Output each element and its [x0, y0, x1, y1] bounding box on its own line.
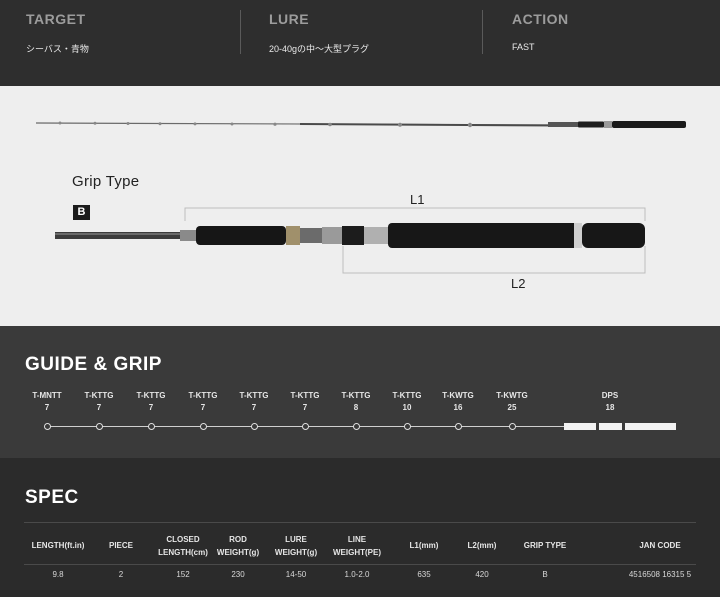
guide-grip-section: GUIDE & GRIP T-MNTT 7 T-KTTG 7 T-KTTG 7 T-KTTG…: [0, 326, 720, 458]
guide-size: 7: [302, 403, 308, 412]
spec-header-cell: GRIP TYPE: [523, 541, 567, 550]
guide-item: T-KTTG 7: [234, 390, 274, 414]
guide-item: T-KTTG 7: [79, 390, 119, 414]
guide-size: 16: [453, 403, 463, 412]
guide-size: 7: [96, 403, 102, 412]
guide-name: T-KTTG: [136, 391, 166, 400]
grip-segment: [599, 423, 622, 430]
guide-item: T-KWTG 25: [492, 390, 532, 414]
guide-name: T-MNTT: [32, 391, 62, 400]
guide-name: T-KTTG: [290, 391, 320, 400]
guide-ring-marker: [302, 423, 309, 430]
guide-item: T-KWTG 16: [438, 390, 478, 414]
guide-size: 25: [507, 403, 517, 412]
divider: [24, 522, 696, 523]
guide-size: 7: [200, 403, 206, 412]
action-label: ACTION: [512, 11, 569, 27]
spec-value-cell: B: [542, 570, 548, 579]
divider: [240, 10, 241, 54]
guide-name: T-KTTG: [188, 391, 218, 400]
guide-name: T-KWTG: [496, 391, 528, 400]
grip-segment: [625, 423, 676, 430]
spec-value-cell: 4516508 16315 5: [628, 570, 692, 579]
divider: [482, 10, 483, 54]
guide-name: T-KTTG: [84, 391, 114, 400]
action-value: FAST: [512, 42, 535, 52]
guide-size: 8: [353, 403, 359, 412]
guide-size: 10: [402, 403, 412, 412]
divider: [24, 564, 696, 565]
guide-size: 7: [148, 403, 154, 412]
guide-item: T-MNTT 7: [27, 390, 67, 414]
guide-ring-marker: [404, 423, 411, 430]
guide-item: T-KTTG 7: [183, 390, 223, 414]
lure-label: LURE: [269, 11, 310, 27]
guide-name: T-KWTG: [442, 391, 474, 400]
guide-grip-title: GUIDE & GRIP: [25, 354, 162, 375]
guide-size: 7: [44, 403, 50, 412]
info-bar: TARGET シーバス・青物 LURE 20-40gの中〜大型プラグ ACTIO…: [0, 0, 720, 86]
target-value: シーバス・青物: [26, 44, 89, 54]
guide-ring-marker: [509, 423, 516, 430]
guide-name: T-KTTG: [392, 391, 422, 400]
grip-closeup-illustration: [55, 223, 645, 248]
guide-item: T-KTTG 7: [285, 390, 325, 414]
guide-item: T-KTTG 7: [131, 390, 171, 414]
rod-image-panel: Grip Type B L1 L2: [0, 86, 720, 326]
grip-segment: [564, 423, 596, 430]
spec-header-cell: JAN CODE: [639, 541, 681, 550]
guide-name: T-KTTG: [239, 391, 269, 400]
guide-name: DPS: [601, 391, 619, 400]
guide-ring-marker: [200, 423, 207, 430]
guide-ring-marker: [353, 423, 360, 430]
guide-ring-marker: [455, 423, 462, 430]
lure-value: 20-40gの中〜大型プラグ: [269, 44, 370, 54]
guide-ring-marker: [44, 423, 51, 430]
guide-size: 7: [251, 403, 257, 412]
spec-section: SPEC LENGTH(ft.in) PIECE CLOSED LENGTH(cm)…: [0, 458, 720, 597]
guide-ring-marker: [251, 423, 258, 430]
guide-item: DPS 18: [590, 390, 630, 414]
target-label: TARGET: [26, 11, 86, 27]
guide-item: T-KTTG 10: [387, 390, 427, 414]
guide-ring-marker: [96, 423, 103, 430]
spec-title: SPEC: [25, 487, 79, 508]
guide-item: T-KTTG 8: [336, 390, 376, 414]
guide-size: 18: [605, 403, 615, 412]
guide-ring-marker: [148, 423, 155, 430]
guide-name: T-KTTG: [341, 391, 371, 400]
